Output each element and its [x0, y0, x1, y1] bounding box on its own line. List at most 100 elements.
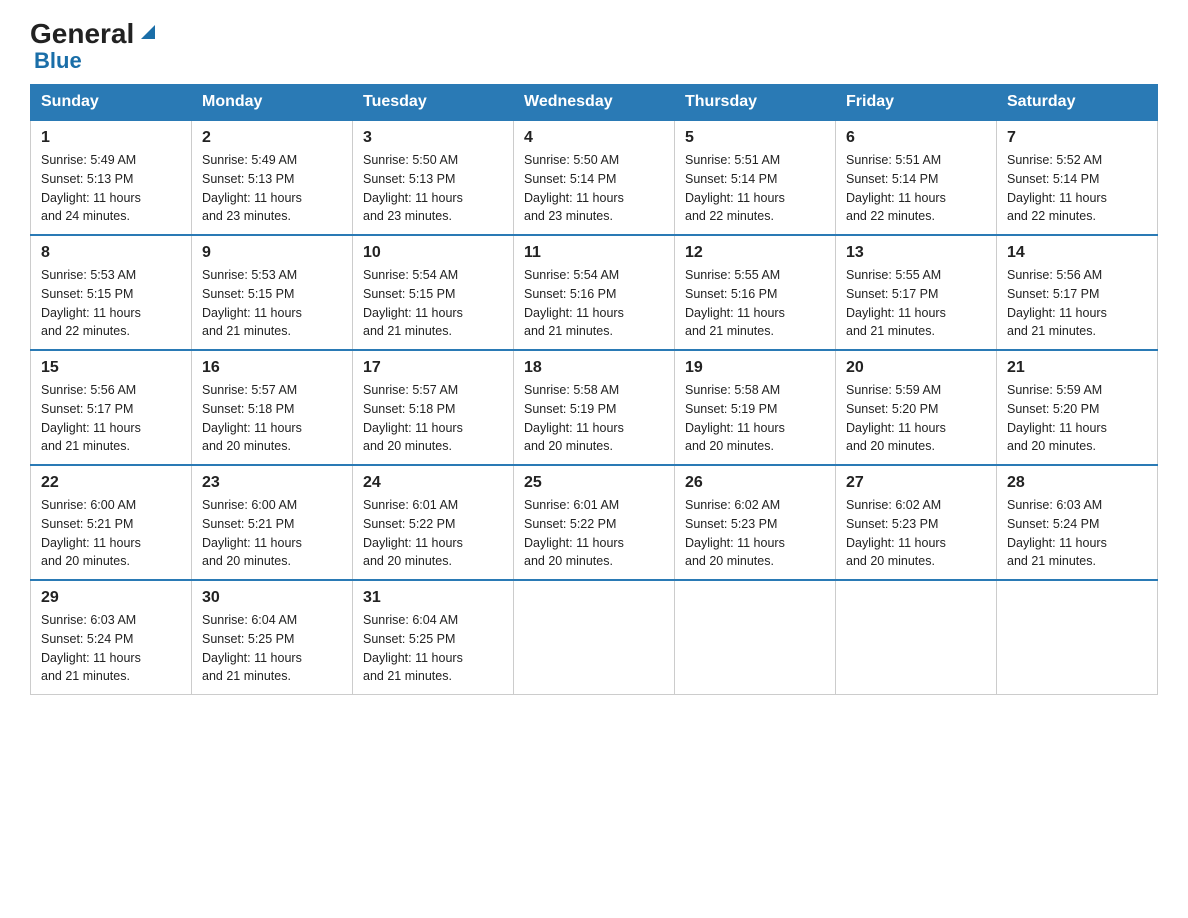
day-number: 30 — [202, 589, 342, 607]
day-info: Sunrise: 6:04 AM Sunset: 5:25 PM Dayligh… — [363, 611, 503, 686]
day-info: Sunrise: 5:54 AM Sunset: 5:15 PM Dayligh… — [363, 266, 503, 341]
day-info: Sunrise: 5:53 AM Sunset: 5:15 PM Dayligh… — [202, 266, 342, 341]
day-number: 28 — [1007, 474, 1147, 492]
week-row-3: 15 Sunrise: 5:56 AM Sunset: 5:17 PM Dayl… — [31, 350, 1158, 465]
day-number: 1 — [41, 129, 181, 147]
day-number: 14 — [1007, 244, 1147, 262]
day-cell-8: 8 Sunrise: 5:53 AM Sunset: 5:15 PM Dayli… — [31, 235, 192, 350]
week-row-5: 29 Sunrise: 6:03 AM Sunset: 5:24 PM Dayl… — [31, 580, 1158, 695]
day-cell-29: 29 Sunrise: 6:03 AM Sunset: 5:24 PM Dayl… — [31, 580, 192, 695]
day-info: Sunrise: 6:03 AM Sunset: 5:24 PM Dayligh… — [41, 611, 181, 686]
day-cell-7: 7 Sunrise: 5:52 AM Sunset: 5:14 PM Dayli… — [997, 120, 1158, 235]
day-cell-30: 30 Sunrise: 6:04 AM Sunset: 5:25 PM Dayl… — [192, 580, 353, 695]
day-info: Sunrise: 5:55 AM Sunset: 5:17 PM Dayligh… — [846, 266, 986, 341]
day-cell-9: 9 Sunrise: 5:53 AM Sunset: 5:15 PM Dayli… — [192, 235, 353, 350]
day-info: Sunrise: 5:54 AM Sunset: 5:16 PM Dayligh… — [524, 266, 664, 341]
week-row-2: 8 Sunrise: 5:53 AM Sunset: 5:15 PM Dayli… — [31, 235, 1158, 350]
day-info: Sunrise: 6:02 AM Sunset: 5:23 PM Dayligh… — [846, 496, 986, 571]
day-info: Sunrise: 5:53 AM Sunset: 5:15 PM Dayligh… — [41, 266, 181, 341]
day-info: Sunrise: 6:01 AM Sunset: 5:22 PM Dayligh… — [363, 496, 503, 571]
day-cell-19: 19 Sunrise: 5:58 AM Sunset: 5:19 PM Dayl… — [675, 350, 836, 465]
day-info: Sunrise: 5:49 AM Sunset: 5:13 PM Dayligh… — [202, 151, 342, 226]
logo-general-text: General — [30, 20, 134, 48]
day-cell-16: 16 Sunrise: 5:57 AM Sunset: 5:18 PM Dayl… — [192, 350, 353, 465]
day-info: Sunrise: 6:01 AM Sunset: 5:22 PM Dayligh… — [524, 496, 664, 571]
day-number: 11 — [524, 244, 664, 262]
page-header: General Blue — [30, 20, 1158, 74]
day-number: 24 — [363, 474, 503, 492]
day-number: 7 — [1007, 129, 1147, 147]
day-cell-1: 1 Sunrise: 5:49 AM Sunset: 5:13 PM Dayli… — [31, 120, 192, 235]
day-number: 27 — [846, 474, 986, 492]
day-info: Sunrise: 5:56 AM Sunset: 5:17 PM Dayligh… — [1007, 266, 1147, 341]
logo: General Blue — [30, 20, 159, 74]
day-number: 22 — [41, 474, 181, 492]
weekday-header-saturday: Saturday — [997, 85, 1158, 121]
day-info: Sunrise: 5:55 AM Sunset: 5:16 PM Dayligh… — [685, 266, 825, 341]
day-info: Sunrise: 5:51 AM Sunset: 5:14 PM Dayligh… — [685, 151, 825, 226]
day-number: 15 — [41, 359, 181, 377]
day-cell-6: 6 Sunrise: 5:51 AM Sunset: 5:14 PM Dayli… — [836, 120, 997, 235]
day-number: 31 — [363, 589, 503, 607]
day-cell-15: 15 Sunrise: 5:56 AM Sunset: 5:17 PM Dayl… — [31, 350, 192, 465]
day-info: Sunrise: 5:58 AM Sunset: 5:19 PM Dayligh… — [524, 381, 664, 456]
day-number: 3 — [363, 129, 503, 147]
day-cell-24: 24 Sunrise: 6:01 AM Sunset: 5:22 PM Dayl… — [353, 465, 514, 580]
day-info: Sunrise: 6:00 AM Sunset: 5:21 PM Dayligh… — [41, 496, 181, 571]
day-cell-13: 13 Sunrise: 5:55 AM Sunset: 5:17 PM Dayl… — [836, 235, 997, 350]
day-cell-10: 10 Sunrise: 5:54 AM Sunset: 5:15 PM Dayl… — [353, 235, 514, 350]
day-number: 25 — [524, 474, 664, 492]
day-number: 29 — [41, 589, 181, 607]
day-cell-28: 28 Sunrise: 6:03 AM Sunset: 5:24 PM Dayl… — [997, 465, 1158, 580]
day-number: 10 — [363, 244, 503, 262]
empty-cell — [836, 580, 997, 695]
day-number: 13 — [846, 244, 986, 262]
day-number: 12 — [685, 244, 825, 262]
day-cell-14: 14 Sunrise: 5:56 AM Sunset: 5:17 PM Dayl… — [997, 235, 1158, 350]
day-info: Sunrise: 5:59 AM Sunset: 5:20 PM Dayligh… — [1007, 381, 1147, 456]
day-info: Sunrise: 5:52 AM Sunset: 5:14 PM Dayligh… — [1007, 151, 1147, 226]
day-info: Sunrise: 5:57 AM Sunset: 5:18 PM Dayligh… — [202, 381, 342, 456]
day-info: Sunrise: 6:03 AM Sunset: 5:24 PM Dayligh… — [1007, 496, 1147, 571]
day-cell-31: 31 Sunrise: 6:04 AM Sunset: 5:25 PM Dayl… — [353, 580, 514, 695]
day-info: Sunrise: 5:50 AM Sunset: 5:14 PM Dayligh… — [524, 151, 664, 226]
empty-cell — [675, 580, 836, 695]
weekday-header-sunday: Sunday — [31, 85, 192, 121]
day-info: Sunrise: 5:56 AM Sunset: 5:17 PM Dayligh… — [41, 381, 181, 456]
weekday-header-tuesday: Tuesday — [353, 85, 514, 121]
day-number: 16 — [202, 359, 342, 377]
day-info: Sunrise: 5:57 AM Sunset: 5:18 PM Dayligh… — [363, 381, 503, 456]
day-cell-22: 22 Sunrise: 6:00 AM Sunset: 5:21 PM Dayl… — [31, 465, 192, 580]
day-cell-26: 26 Sunrise: 6:02 AM Sunset: 5:23 PM Dayl… — [675, 465, 836, 580]
day-cell-4: 4 Sunrise: 5:50 AM Sunset: 5:14 PM Dayli… — [514, 120, 675, 235]
day-cell-5: 5 Sunrise: 5:51 AM Sunset: 5:14 PM Dayli… — [675, 120, 836, 235]
day-cell-23: 23 Sunrise: 6:00 AM Sunset: 5:21 PM Dayl… — [192, 465, 353, 580]
day-info: Sunrise: 5:51 AM Sunset: 5:14 PM Dayligh… — [846, 151, 986, 226]
calendar-table: SundayMondayTuesdayWednesdayThursdayFrid… — [30, 84, 1158, 695]
day-cell-12: 12 Sunrise: 5:55 AM Sunset: 5:16 PM Dayl… — [675, 235, 836, 350]
empty-cell — [997, 580, 1158, 695]
weekday-header-friday: Friday — [836, 85, 997, 121]
empty-cell — [514, 580, 675, 695]
day-number: 6 — [846, 129, 986, 147]
day-cell-17: 17 Sunrise: 5:57 AM Sunset: 5:18 PM Dayl… — [353, 350, 514, 465]
day-number: 8 — [41, 244, 181, 262]
day-number: 5 — [685, 129, 825, 147]
day-info: Sunrise: 5:59 AM Sunset: 5:20 PM Dayligh… — [846, 381, 986, 456]
day-info: Sunrise: 5:58 AM Sunset: 5:19 PM Dayligh… — [685, 381, 825, 456]
day-cell-20: 20 Sunrise: 5:59 AM Sunset: 5:20 PM Dayl… — [836, 350, 997, 465]
day-number: 23 — [202, 474, 342, 492]
day-number: 20 — [846, 359, 986, 377]
day-info: Sunrise: 6:04 AM Sunset: 5:25 PM Dayligh… — [202, 611, 342, 686]
day-number: 19 — [685, 359, 825, 377]
day-number: 9 — [202, 244, 342, 262]
day-cell-21: 21 Sunrise: 5:59 AM Sunset: 5:20 PM Dayl… — [997, 350, 1158, 465]
week-row-1: 1 Sunrise: 5:49 AM Sunset: 5:13 PM Dayli… — [31, 120, 1158, 235]
day-info: Sunrise: 6:02 AM Sunset: 5:23 PM Dayligh… — [685, 496, 825, 571]
weekday-header-row: SundayMondayTuesdayWednesdayThursdayFrid… — [31, 85, 1158, 121]
day-number: 18 — [524, 359, 664, 377]
day-info: Sunrise: 6:00 AM Sunset: 5:21 PM Dayligh… — [202, 496, 342, 571]
day-info: Sunrise: 5:50 AM Sunset: 5:13 PM Dayligh… — [363, 151, 503, 226]
day-number: 2 — [202, 129, 342, 147]
weekday-header-thursday: Thursday — [675, 85, 836, 121]
